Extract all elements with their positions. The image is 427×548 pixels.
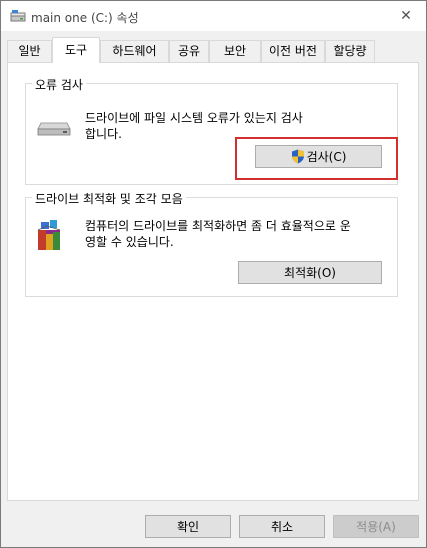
cancel-button[interactable]: 취소 <box>239 515 325 538</box>
ok-button[interactable]: 확인 <box>145 515 231 538</box>
drive-icon <box>37 120 71 139</box>
defrag-icon <box>35 220 63 255</box>
optimize-button[interactable]: 최적화(O) <box>238 261 382 284</box>
cancel-button-label: 취소 <box>270 520 294 534</box>
apply-button[interactable]: 적용(A) <box>333 515 419 538</box>
properties-window: main one (C:) 속성 ✕ 일반 도구 하드웨어 공유 보안 이전 버… <box>0 0 427 548</box>
tab-hardware[interactable]: 하드웨어 <box>100 40 169 62</box>
tab-sharing[interactable]: 공유 <box>169 40 209 62</box>
tab-previous-versions[interactable]: 이전 버전 <box>261 40 325 62</box>
window-title: main one (C:) 속성 <box>31 11 139 25</box>
tab-security[interactable]: 보안 <box>209 40 261 62</box>
apply-button-label: 적용(A) <box>356 520 396 534</box>
tab-tools[interactable]: 도구 <box>52 37 100 63</box>
optimize-desc-line1: 컴퓨터의 드라이브를 최적화하면 좀 더 효율적으로 운 <box>85 219 351 233</box>
optimize-group: 드라이브 최적화 및 조각 모음 컴퓨터의 드라이브를 최적화하면 좀 더 효율… <box>25 190 398 297</box>
drive-icon <box>10 10 26 24</box>
tools-panel: 오류 검사 드라이브에 파일 시스템 오류가 있는지 검사 합니다. 검사(C)… <box>7 62 419 501</box>
tab-quota[interactable]: 할당량 <box>325 40 375 62</box>
close-icon: ✕ <box>400 8 412 24</box>
highlight-box <box>235 137 398 180</box>
tab-general[interactable]: 일반 <box>7 40 52 62</box>
close-button[interactable]: ✕ <box>386 1 426 31</box>
error-check-desc-line2: 합니다. <box>85 127 122 141</box>
error-check-title: 오류 검사 <box>32 76 86 93</box>
optimize-title: 드라이브 최적화 및 조각 모음 <box>32 190 186 207</box>
error-check-desc-line1: 드라이브에 파일 시스템 오류가 있는지 검사 <box>85 111 303 125</box>
title-bar[interactable]: main one (C:) 속성 ✕ <box>1 1 426 31</box>
ok-button-label: 확인 <box>176 520 200 534</box>
optimize-desc-line2: 영할 수 있습니다. <box>85 235 174 249</box>
optimize-button-label: 최적화(O) <box>284 266 336 280</box>
